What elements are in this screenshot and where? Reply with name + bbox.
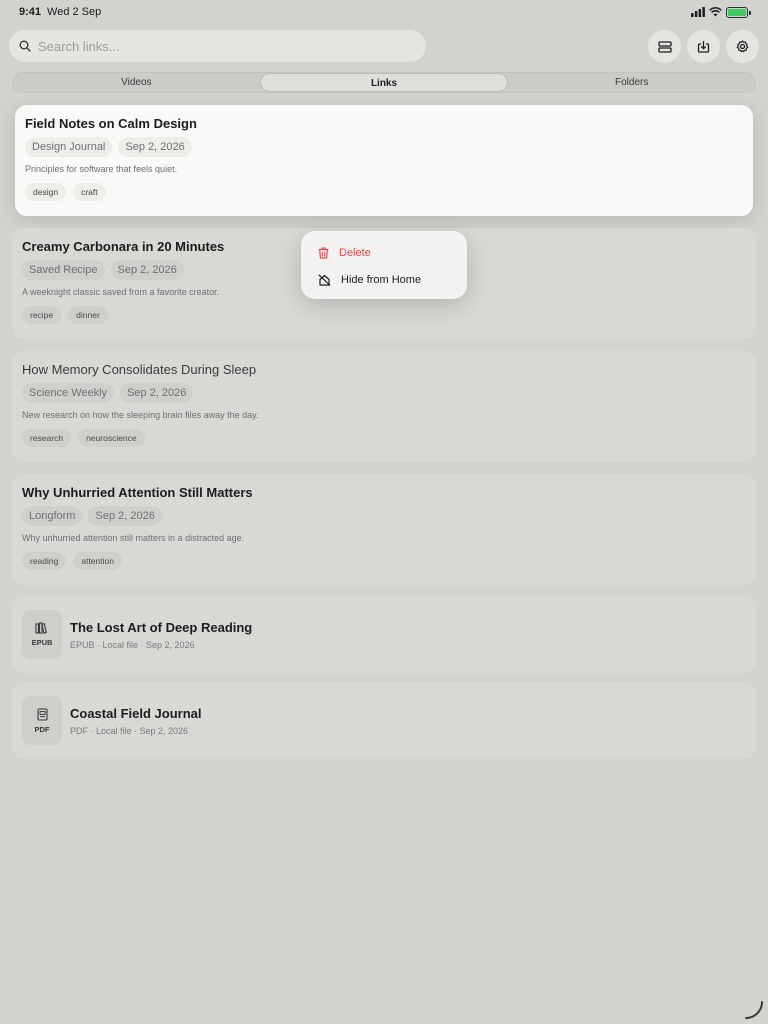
tag[interactable]: dinner (68, 306, 108, 324)
import-button[interactable] (687, 30, 720, 63)
link-card[interactable]: Why Unhurried Attention Still Matters Lo… (12, 474, 756, 585)
hide-from-home-menu-item[interactable]: Hide from Home (301, 266, 467, 293)
link-card[interactable]: How Memory Consolidates During Sleep Sci… (12, 351, 756, 462)
source-chip: Saved Recipe (22, 260, 105, 280)
link-title: How Memory Consolidates During Sleep (22, 362, 257, 377)
search-icon (19, 40, 31, 52)
file-subtitle: EPUB · Local file · Sep 2, 2026 (70, 639, 195, 650)
settings-button[interactable] (726, 30, 759, 63)
source-chip: Science Weekly (22, 383, 115, 403)
link-description: New research on how the sleeping brain f… (22, 410, 259, 420)
date-chip: Sep 2, 2026 (118, 137, 192, 157)
file-badge-label: EPUB (31, 638, 53, 647)
import-icon (697, 41, 710, 53)
file-title: The Lost Art of Deep Reading (70, 619, 253, 635)
link-title: Field Notes on Calm Design (25, 116, 197, 131)
home-slash-icon (318, 273, 331, 286)
segmented-tabs: Videos Links Folders (12, 72, 756, 93)
tag[interactable]: attention (73, 552, 122, 570)
tab-videos[interactable]: Videos (13, 73, 260, 92)
search-bar[interactable] (9, 30, 426, 62)
link-description: Why unhurried attention still matters in… (22, 533, 245, 543)
file-card[interactable]: EPUB The Lost Art of Deep Reading EPUB ·… (12, 596, 756, 673)
tab-links[interactable]: Links (259, 73, 509, 92)
date-chip: Sep 2, 2026 (120, 383, 194, 403)
source-chip: Longform (22, 506, 83, 526)
cellular-signal-icon (691, 7, 705, 17)
tag[interactable]: research (22, 429, 72, 447)
hide-from-home-label: Hide from Home (341, 273, 422, 286)
tag[interactable]: craft (73, 183, 106, 201)
battery-icon (726, 6, 751, 18)
delete-label: Delete (339, 246, 371, 259)
layout-rows-icon (657, 40, 672, 53)
tag[interactable]: reading (22, 552, 67, 570)
books-icon (35, 622, 47, 634)
status-bar: 9:41 Wed 2 Sep (0, 0, 768, 24)
trash-icon (318, 246, 329, 259)
date-chip: Sep 2, 2026 (88, 506, 162, 526)
context-menu: Delete Hide from Home (301, 231, 467, 299)
gear-icon (736, 40, 749, 53)
document-icon (36, 707, 48, 721)
file-subtitle: PDF · Local file · Sep 2, 2026 (70, 725, 189, 736)
tab-folders[interactable]: Folders (508, 73, 755, 92)
file-card[interactable]: PDF Coastal Field Journal PDF · Local fi… (12, 682, 756, 759)
status-time: 9:41 (19, 6, 42, 18)
search-input[interactable] (38, 38, 398, 54)
file-title: Coastal Field Journal (70, 705, 202, 721)
pdf-badge: PDF (22, 696, 62, 745)
link-title: Why Unhurried Attention Still Matters (22, 485, 253, 500)
delete-menu-item[interactable]: Delete (301, 239, 467, 266)
tag[interactable]: neuroscience (78, 429, 145, 447)
epub-badge: EPUB (22, 610, 62, 659)
file-badge-label: PDF (34, 724, 50, 734)
layout-toggle-button[interactable] (648, 30, 681, 63)
source-chip: Design Journal (25, 137, 113, 157)
date-chip: Sep 2, 2026 (110, 260, 184, 280)
tag[interactable]: recipe (22, 306, 62, 324)
wifi-icon (709, 7, 722, 17)
link-description: Principles for software that feels quiet… (25, 164, 178, 174)
header-actions (648, 30, 759, 63)
status-date: Wed 2 Sep (47, 6, 102, 18)
window-resize-handle-icon[interactable] (744, 1000, 764, 1020)
tag[interactable]: design (25, 183, 67, 201)
link-card[interactable]: Field Notes on Calm Design Design Journa… (15, 105, 753, 216)
